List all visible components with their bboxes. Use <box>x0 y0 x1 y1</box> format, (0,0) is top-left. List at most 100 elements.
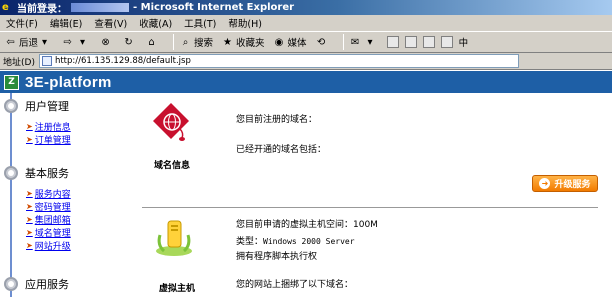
edit-icon[interactable] <box>404 36 417 48</box>
sidebar: 用户管理 ➤ 注册信息 ➤ 订单管理 基本服务 ➤ 服务内容 ➤ 密码管理 ➤ … <box>0 93 114 297</box>
sidebar-item-domain[interactable]: ➤ 域名管理 <box>26 226 71 239</box>
address-bar: 地址(D) http://61.135.129.88/default.jsp <box>0 53 612 70</box>
site-banner: Z 3E-platform <box>0 71 612 93</box>
arrow-icon: ➤ <box>26 241 33 250</box>
section-title: 用户管理 <box>25 100 69 113</box>
address-url: http://61.135.129.88/default.jsp <box>54 56 191 66</box>
address-input[interactable]: http://61.135.129.88/default.jsp <box>38 54 519 68</box>
circle-bullet-icon <box>4 277 18 291</box>
sidebar-rail <box>10 93 12 297</box>
page-icon <box>41 56 52 66</box>
print-icon[interactable] <box>386 36 399 48</box>
history-button[interactable]: ⟲ <box>315 36 330 49</box>
arrow-icon: ➤ <box>26 189 33 198</box>
title-prefix: 当前登录： <box>17 4 67 15</box>
ime-button[interactable]: 中 <box>459 35 469 49</box>
menu-edit[interactable]: 编辑(E) <box>50 16 82 30</box>
sidebar-item-orders[interactable]: ➤ 订单管理 <box>26 133 71 146</box>
virtual-host-icon <box>156 220 192 256</box>
menu-help[interactable]: 帮助(H) <box>228 16 262 30</box>
menu-bar: 文件(F) 编辑(E) 查看(V) 收藏(A) 工具(T) 帮助(H) <box>0 15 612 31</box>
favorites-label: 收藏夹 <box>236 38 265 49</box>
circle-bullet-icon <box>4 99 18 113</box>
messenger-icon[interactable] <box>440 36 453 48</box>
title-bar: e 当前登录： - Microsoft Internet Explorer <box>0 0 612 15</box>
upgrade-label: 升级服务 <box>554 180 591 190</box>
redacted-username <box>71 3 129 12</box>
toolbar: ⇦ 后退 ▾ ⇨ ▾ ⊗ ↻ ⌂ ⌕ 搜索 ★ 收藏夹 ◉ 媒体 ⟲ ✉ ▾ 中 <box>0 31 612 53</box>
section-app-services: 应用服务 <box>4 276 69 292</box>
sidebar-item-label: 网站升级 <box>34 242 71 252</box>
host-space-text: 您目前申请的虚拟主机空间：100M <box>236 220 378 230</box>
sidebar-item-label: 域名管理 <box>34 229 71 239</box>
dropdown-icon: ▾ <box>42 36 48 48</box>
refresh-icon: ↻ <box>124 36 133 48</box>
opened-domains-text: 已经开通的域名包括： <box>236 145 327 155</box>
mail-icon: ✉ <box>350 36 360 48</box>
menu-tools[interactable]: 工具(T) <box>184 16 216 30</box>
home-icon: ⌂ <box>148 36 155 48</box>
toolbar-separator <box>173 34 175 50</box>
sidebar-item-registration[interactable]: ➤ 注册信息 <box>26 120 71 133</box>
back-label: 后退 <box>19 38 39 49</box>
toolbar-separator <box>342 34 344 50</box>
sidebar-item-label: 集团邮箱 <box>34 216 71 226</box>
sidebar-item-label: 服务内容 <box>34 190 71 200</box>
domain-info-label: 域名信息 <box>154 161 191 171</box>
arrow-icon: ➤ <box>26 135 33 144</box>
section-divider <box>142 207 598 208</box>
domain-info-icon <box>153 103 189 141</box>
sidebar-item-label: 订单管理 <box>34 136 71 146</box>
arrow-icon: ➤ <box>26 215 33 224</box>
stop-button[interactable]: ⊗ <box>99 36 114 49</box>
mail-button[interactable]: ✉ ▾ <box>349 36 379 49</box>
logo-icon: Z <box>4 74 19 90</box>
section-title: 基本服务 <box>25 167 69 180</box>
search-button[interactable]: ⌕ 搜索 <box>179 35 214 50</box>
title-app: - Microsoft Internet Explorer <box>133 2 295 13</box>
virtual-host-label: 虚拟主机 <box>159 284 196 294</box>
dropdown-icon: ▾ <box>367 36 373 48</box>
arrow-icon: ➤ <box>26 202 33 211</box>
history-icon: ⟲ <box>316 36 326 48</box>
favorites-button[interactable]: ★ 收藏夹 <box>221 35 265 50</box>
ie-icon: e <box>2 1 9 13</box>
bound-domains-text: 您的网站上捆绑了以下域名： <box>236 280 354 290</box>
search-label: 搜索 <box>194 38 214 49</box>
home-button[interactable]: ⌂ <box>145 36 160 49</box>
main-content: 域名信息 您目前注册的域名： 已经开通的域名包括： ➜ 升级服务 虚拟主机 您目… <box>114 93 612 297</box>
script-permission-text: 拥有程序脚本执行权 <box>236 252 318 262</box>
media-button[interactable]: ◉ 媒体 <box>273 35 307 50</box>
menu-file[interactable]: 文件(F) <box>6 16 38 30</box>
sidebar-item-service-content[interactable]: ➤ 服务内容 <box>26 187 71 200</box>
host-type-value: Windows 2000 Server <box>263 237 355 246</box>
arrow-icon: ➤ <box>26 122 33 131</box>
ime-label: 中 <box>458 38 469 49</box>
circle-bullet-icon <box>4 166 18 180</box>
media-label: 媒体 <box>287 38 307 49</box>
media-icon: ◉ <box>274 36 284 48</box>
back-button[interactable]: ⇦ 后退 ▾ <box>4 35 53 50</box>
brand-title: 3E-platform <box>25 73 112 91</box>
section-title: 应用服务 <box>25 278 69 291</box>
menu-view[interactable]: 查看(V) <box>94 16 127 30</box>
discuss-icon[interactable] <box>422 36 435 48</box>
forward-button[interactable]: ⇨ ▾ <box>61 36 91 49</box>
dropdown-icon: ▾ <box>80 36 86 48</box>
arrow-icon: ➤ <box>26 228 33 237</box>
sidebar-item-password[interactable]: ➤ 密码管理 <box>26 200 71 213</box>
host-type-line: 类型：Windows 2000 Server <box>236 234 355 247</box>
upgrade-service-button[interactable]: ➜ 升级服务 <box>532 175 598 192</box>
sidebar-item-label: 密码管理 <box>34 203 71 213</box>
sidebar-item-group-mail[interactable]: ➤ 集团邮箱 <box>26 213 71 226</box>
menu-favorites[interactable]: 收藏(A) <box>139 16 172 30</box>
host-type-label: 类型： <box>236 237 264 247</box>
section-user-management: 用户管理 <box>4 98 69 114</box>
back-arrow-icon: ⇦ <box>6 36 15 48</box>
star-icon: ★ <box>223 36 233 48</box>
address-label: 地址(D) <box>3 57 35 68</box>
refresh-button[interactable]: ↻ <box>122 36 137 49</box>
stop-icon: ⊗ <box>101 36 110 48</box>
registered-domain-text: 您目前注册的域名： <box>236 115 318 125</box>
sidebar-item-site-upgrade[interactable]: ➤ 网站升级 <box>26 239 71 252</box>
